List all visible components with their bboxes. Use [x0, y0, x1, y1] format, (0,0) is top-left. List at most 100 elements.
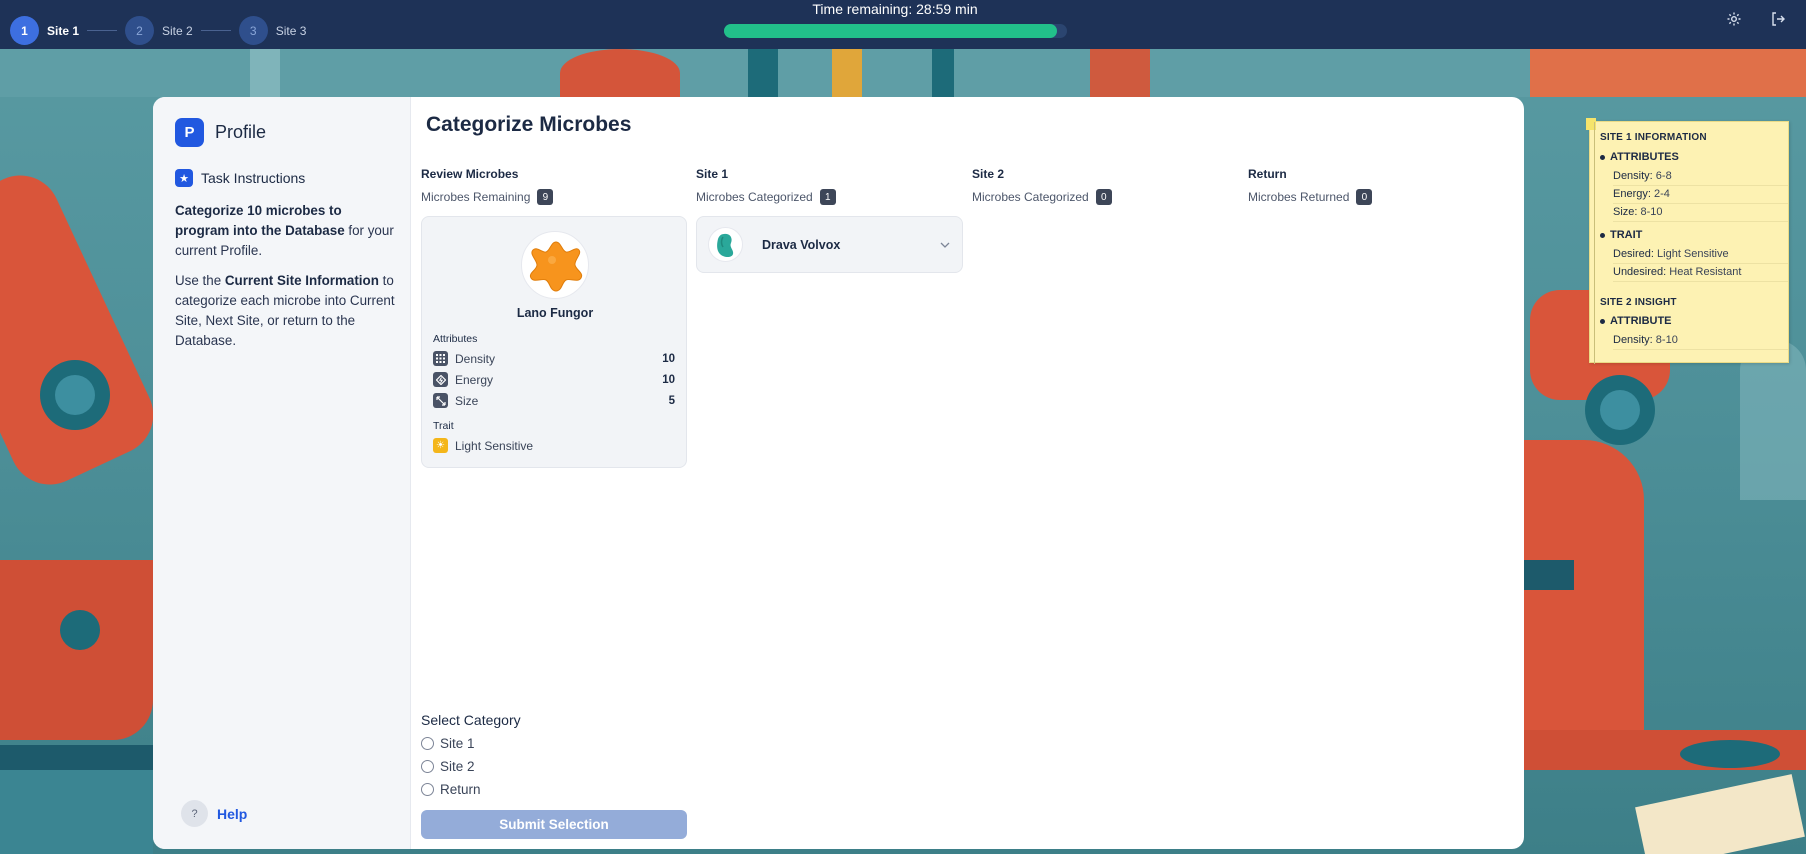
count-badge: 9 — [537, 189, 554, 205]
attribute-name: Energy — [455, 372, 494, 387]
attributes-label: Attributes — [433, 333, 478, 345]
step-site-3[interactable]: 3 Site 3 — [238, 16, 307, 45]
step-label: Site 2 — [162, 23, 193, 38]
attribute-size: Size 5 — [433, 392, 675, 409]
step-number: 3 — [238, 16, 268, 45]
note-value: 6-8 — [1652, 170, 1672, 182]
note-line: Density: 6-8 — [1613, 168, 1788, 186]
column-subtitle: Microbes Returned 0 — [1248, 189, 1514, 205]
bullet-dot — [1600, 154, 1605, 160]
step-site-2[interactable]: 2 Site 2 — [125, 16, 193, 45]
top-bar: 1 Site 1 2 Site 2 3 Site 3 Time remainin… — [0, 0, 1806, 49]
instructions-title: Task Instructions — [201, 170, 306, 186]
gear-icon[interactable] — [1726, 11, 1742, 27]
column-title: Review Microbes — [421, 167, 519, 181]
step-connector — [87, 30, 118, 31]
help-button[interactable]: ? Help — [181, 800, 247, 827]
attribute-name: Size — [455, 393, 479, 408]
site-stepper: 1 Site 1 2 Site 2 3 Site 3 — [10, 16, 306, 45]
column-review: Review Microbes Microbes Remaining 9 — [421, 167, 687, 205]
note-key: Undesired: — [1613, 266, 1667, 278]
instructions-use: Use the — [175, 273, 225, 288]
submit-selection-button[interactable]: Submit Selection — [421, 810, 687, 839]
radio-button[interactable] — [421, 783, 434, 796]
trait-light-sensitive: ☀ Light Sensitive — [433, 437, 675, 454]
categorized-microbe-item[interactable]: Drava Volvox — [696, 216, 963, 273]
note-key: Density: — [1613, 334, 1653, 346]
column-subtitle: Microbes Categorized 0 — [972, 189, 1238, 205]
attribute-value: 5 — [668, 394, 675, 407]
attribute-name: Density — [455, 351, 496, 366]
microbe-avatar — [708, 227, 743, 262]
note-margin-line — [1594, 122, 1595, 364]
radio-label: Site 1 — [440, 736, 475, 751]
note-value: 8-10 — [1637, 206, 1663, 218]
column-site-1: Site 1 Microbes Categorized 1 — [696, 167, 962, 205]
energy-icon — [433, 372, 448, 387]
count-badge: 1 — [819, 189, 836, 205]
logout-icon[interactable] — [1770, 11, 1786, 27]
star-icon: ★ — [175, 169, 193, 187]
note-line: Density: 8-10 — [1613, 332, 1788, 350]
radio-button[interactable] — [421, 760, 434, 773]
instructions-text: Categorize 10 microbes to program into t… — [175, 201, 397, 361]
fungus-icon — [529, 241, 583, 292]
task-instructions-header: ★ Task Instructions — [175, 169, 305, 187]
column-sub-label: Microbes Categorized — [696, 190, 813, 204]
note-value: Heat Resistant — [1666, 266, 1742, 278]
attribute-value: 10 — [662, 352, 675, 365]
note-heading: SITE 1 INFORMATION — [1600, 132, 1707, 143]
note-section-insight: ATTRIBUTE — [1600, 315, 1672, 327]
profile-title: Profile — [215, 122, 267, 142]
radio-site-1[interactable]: Site 1 — [421, 736, 475, 751]
chevron-down-icon[interactable] — [940, 239, 950, 251]
column-return: Return Microbes Returned 0 — [1248, 167, 1514, 205]
column-sub-label: Microbes Categorized — [972, 190, 1089, 204]
column-sub-label: Microbes Remaining — [421, 190, 531, 204]
attribute-energy: Energy 10 — [433, 371, 675, 388]
profile-badge: P — [175, 118, 204, 147]
page-title: Categorize Microbes — [426, 113, 632, 136]
note-line: Undesired: Heat Resistant — [1613, 264, 1788, 282]
microbe-name: Drava Volvox — [762, 237, 841, 252]
radio-label: Site 2 — [440, 759, 475, 774]
column-title: Site 2 — [972, 167, 1005, 181]
step-site-1[interactable]: 1 Site 1 — [10, 16, 79, 45]
step-number: 1 — [10, 16, 39, 45]
count-badge: 0 — [1356, 189, 1373, 205]
radio-label: Return — [440, 782, 481, 797]
column-sub-label: Microbes Returned — [1248, 190, 1350, 204]
note-key: Density: — [1613, 170, 1653, 182]
help-label: Help — [217, 805, 248, 822]
radio-site-2[interactable]: Site 2 — [421, 759, 475, 774]
attribute-value: 10 — [662, 373, 675, 386]
radio-return[interactable]: Return — [421, 782, 481, 797]
count-badge: 0 — [1095, 189, 1112, 205]
time-progress-fill — [724, 24, 1057, 38]
trait-label: Trait — [433, 420, 454, 432]
task-card: P Profile ★ Task Instructions Categorize… — [153, 97, 1524, 849]
column-site-2: Site 2 Microbes Categorized 0 — [972, 167, 1238, 205]
note-key: Energy: — [1613, 188, 1651, 200]
note-line: Energy: 2-4 — [1613, 186, 1788, 204]
grid-icon — [433, 351, 448, 366]
note-line: Desired: Light Sensitive — [1613, 246, 1788, 264]
instructions-site-info: Current Site Information — [224, 273, 379, 288]
step-label: Site 3 — [275, 23, 307, 38]
radio-button[interactable] — [421, 737, 434, 750]
time-remaining: Time remaining: 28:59 min — [812, 1, 978, 17]
trait-name: Light Sensitive — [455, 438, 534, 453]
bullet-dot — [1600, 318, 1605, 324]
site-info-sticky-note: SITE 1 INFORMATION ATTRIBUTES Density: 6… — [1586, 118, 1789, 364]
column-subtitle: Microbes Remaining 9 — [421, 189, 687, 205]
step-connector — [200, 30, 231, 31]
instructions-goal: Categorize 10 microbes to program into t… — [175, 203, 345, 238]
size-icon — [433, 393, 448, 408]
column-title: Site 1 — [696, 167, 729, 181]
profile-header: P Profile — [175, 118, 266, 147]
note-key: Desired: — [1613, 248, 1654, 260]
bean-microbe-icon — [716, 233, 733, 257]
note-section-attributes: ATTRIBUTES — [1600, 151, 1679, 163]
note-value: Light Sensitive — [1653, 248, 1729, 260]
note-key: Size: — [1613, 206, 1638, 218]
